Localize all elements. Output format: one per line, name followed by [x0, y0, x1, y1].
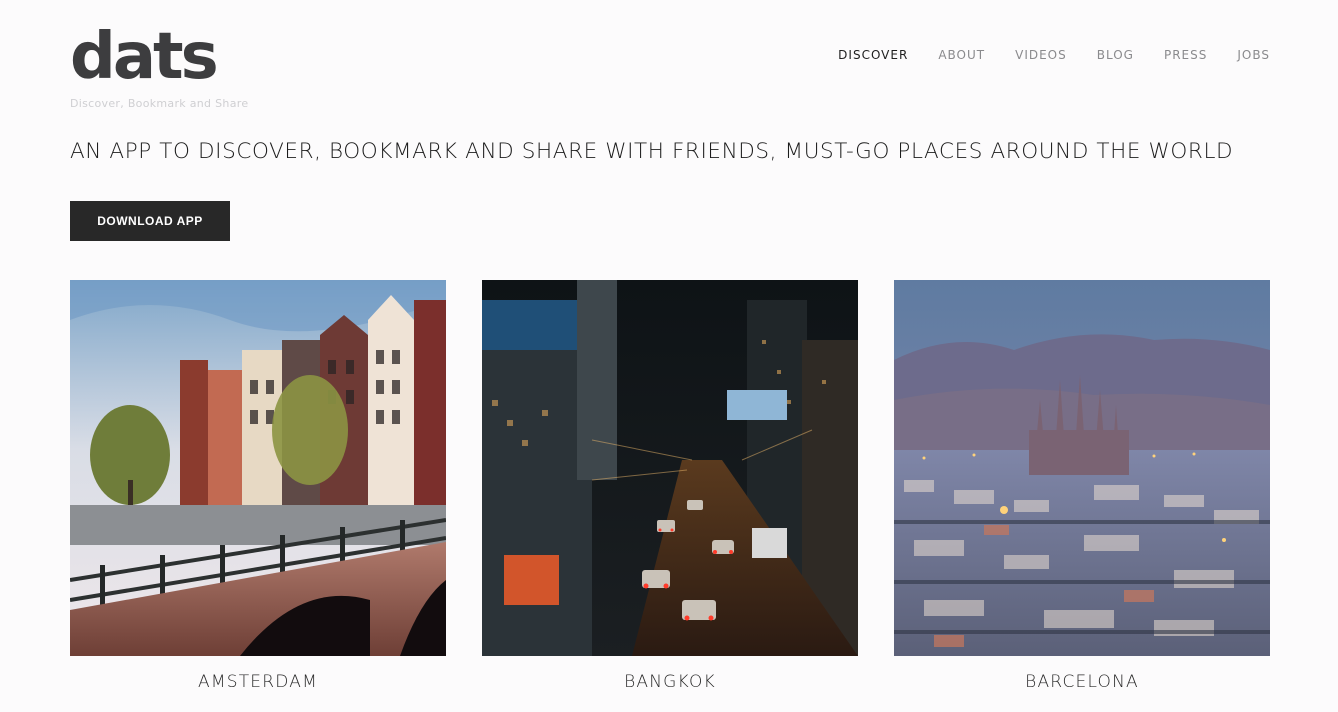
bangkok-photo[interactable] [482, 280, 858, 656]
city-name-amsterdam[interactable]: AMSTERDAM [70, 672, 446, 692]
page: dats Discover, Bookmark and Share DISCOV… [0, 0, 1338, 712]
nav-videos[interactable]: VIDEOS [1015, 47, 1067, 63]
nav-blog[interactable]: BLOG [1097, 47, 1134, 63]
city-name-bangkok[interactable]: BANGKOK [482, 672, 858, 692]
city-card-bangkok[interactable]: BANGKOK [482, 280, 858, 692]
download-app-button[interactable]: DOWNLOAD APP [70, 201, 230, 241]
hero-headline: AN APP TO DISCOVER, BOOKMARK AND SHARE W… [70, 139, 1234, 164]
dats-logo-icon: dats [70, 26, 220, 86]
city-card-barcelona[interactable]: BARCELONA [894, 280, 1270, 692]
nav-press[interactable]: PRESS [1164, 47, 1207, 63]
brand-tagline: Discover, Bookmark and Share [70, 97, 249, 110]
city-name-barcelona[interactable]: BARCELONA [894, 672, 1270, 692]
logo-wordmark: dats [70, 26, 217, 86]
nav-jobs[interactable]: JOBS [1237, 47, 1270, 63]
barcelona-photo[interactable] [894, 280, 1270, 656]
city-card-amsterdam[interactable]: AMSTERDAM [70, 280, 446, 692]
main-nav: DISCOVER ABOUT VIDEOS BLOG PRESS JOBS [838, 47, 1270, 63]
nav-about[interactable]: ABOUT [938, 47, 985, 63]
amsterdam-photo[interactable] [70, 280, 446, 656]
nav-discover[interactable]: DISCOVER [838, 47, 908, 63]
